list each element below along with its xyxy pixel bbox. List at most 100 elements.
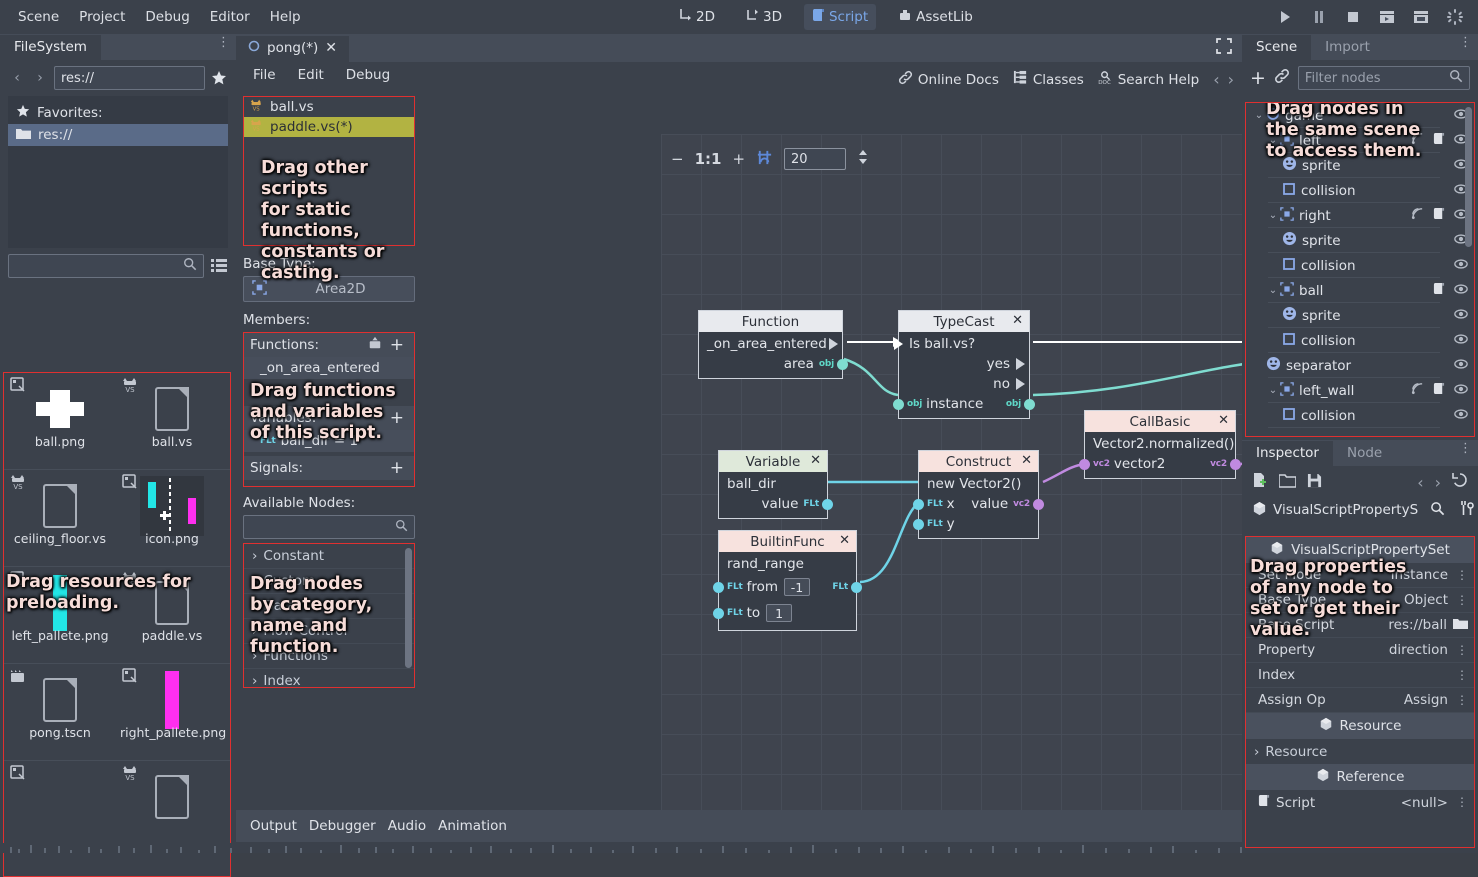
close-icon[interactable]: ✕ [810,453,821,468]
link-icon[interactable] [1274,68,1290,88]
script-menu-file[interactable]: File [244,64,285,86]
property-menu-icon[interactable]: ⋮ [1456,671,1468,680]
input-data-port[interactable] [713,608,724,619]
tree-node-collision[interactable]: collision [1246,328,1474,353]
folder-icon[interactable] [1453,617,1468,634]
output-sequence-port[interactable] [1016,358,1025,370]
available-node-row[interactable]: ›Flow Control [244,619,414,644]
scene-tree-scrollbar[interactable] [1465,107,1472,247]
maximize-icon[interactable] [1216,38,1232,58]
scene-menu-icon[interactable]: ⋮ [1459,38,1472,48]
bottom-tab-debugger[interactable]: Debugger [309,818,376,834]
member-variable-item[interactable]: FLt ball_dir = 1 [244,430,414,452]
output-data-port[interactable] [822,499,833,510]
menu-project[interactable]: Project [69,5,135,29]
graph-node-variable[interactable]: Variable ✕ ball_dir value FLt [718,450,828,519]
menu-scene[interactable]: Scene [8,5,69,29]
property-value[interactable]: Assign [1404,692,1448,708]
add-signal-button[interactable]: + [390,458,404,478]
fs-forward-button[interactable]: › [31,69,49,87]
close-icon[interactable]: ✕ [325,40,337,56]
menu-debug[interactable]: Debug [135,5,199,29]
script-list-item[interactable]: VS ball.vs [244,97,414,117]
property-value[interactable]: <null> [1401,795,1448,811]
pause-icon[interactable] [1310,8,1328,26]
spinner-icon[interactable] [1446,8,1464,26]
menu-help[interactable]: Help [260,5,311,29]
property-value[interactable]: res://ball [1388,617,1447,633]
close-icon[interactable]: ✕ [839,533,850,548]
visibility-icon[interactable] [1454,407,1468,425]
star-icon[interactable] [210,69,228,87]
output-data-port[interactable] [1024,399,1035,410]
inspector-menu-icon[interactable]: ⋮ [1459,444,1472,454]
zoom-in-button[interactable]: + [732,150,745,168]
fs-back-button[interactable]: ‹ [8,69,26,87]
file-item[interactable]: ball.png [4,373,116,469]
property-menu-icon[interactable]: ⋮ [1456,696,1468,705]
tab-filesystem[interactable]: FileSystem [0,35,101,60]
tree-node-left-wall[interactable]: ⌄ left_wall [1246,378,1474,403]
tree-node-ball[interactable]: ⌄ ball [1246,278,1474,303]
bottom-tab-animation[interactable]: Animation [438,818,507,834]
graph-node-function[interactable]: Function _on_area_entered area obj [698,310,843,379]
output-data-port[interactable] [1033,499,1044,510]
inspector-section-resource-fold[interactable]: › Resource [1246,739,1474,764]
file-item[interactable]: left_pallete.png [4,567,116,663]
property-value[interactable]: direction [1389,642,1448,658]
add-function-button[interactable]: + [390,335,404,355]
tab-import[interactable]: Import [1311,35,1384,60]
bottom-tab-output[interactable]: Output [250,818,297,834]
available-node-row[interactable]: ›Constant [244,544,414,569]
history-prev-icon[interactable]: ‹ [1417,473,1423,492]
property-row-script[interactable]: Script <null> ⋮ [1246,790,1474,815]
fs-path-input[interactable]: res:// [54,66,205,90]
script-icon[interactable] [1433,132,1445,149]
close-icon[interactable]: ✕ [1218,413,1229,428]
classes-button[interactable]: Classes [1013,70,1084,89]
graph-node-construct[interactable]: Construct ✕ new Vector2() FLt x value vc… [918,450,1039,539]
override-icon[interactable] [368,336,382,354]
tab-scene[interactable]: Scene [1242,35,1311,60]
tab-node[interactable]: Node [1333,441,1396,466]
new-resource-icon[interactable] [1252,472,1268,492]
graph-node-typecast[interactable]: TypeCast ✕ Is ball.vs? yes no [898,310,1030,419]
visibility-icon[interactable] [1454,257,1468,275]
available-node-row[interactable]: ›Functions [244,644,414,669]
property-menu-icon[interactable]: ⋮ [1456,646,1468,655]
available-node-row[interactable]: ›Index [244,669,414,688]
property-row-base-type[interactable]: Base Type Object ⋮ [1246,588,1474,613]
property-value[interactable]: Instance [1391,567,1448,583]
fs-view-mode-icon[interactable] [210,257,228,275]
play-custom-scene-icon[interactable] [1412,8,1430,26]
expander-icon[interactable]: ⌄ [1252,110,1266,121]
play-icon[interactable] [1276,8,1294,26]
visibility-icon[interactable] [1454,357,1468,375]
expander-icon[interactable]: ⌄ [1266,385,1280,396]
play-scene-icon[interactable] [1378,8,1396,26]
input-data-port[interactable] [713,582,724,593]
history-next-icon[interactable]: › [1435,473,1441,492]
close-icon[interactable]: ✕ [1012,313,1023,328]
from-value-input[interactable]: -1 [784,578,810,596]
tree-node-sprite[interactable]: sprite [1246,228,1474,253]
file-item[interactable]: VS paddle.vs [116,567,228,663]
file-item[interactable]: right_pallete.png [116,664,228,760]
available-nodes-search-input[interactable] [243,515,415,539]
mode-script-button[interactable]: Script [804,4,876,30]
script-icon[interactable] [1433,382,1445,399]
online-docs-button[interactable]: Online Docs [898,70,999,89]
property-row-set-mode[interactable]: Set Mode Instance ⋮ [1246,563,1474,588]
script-icon[interactable] [1433,282,1445,299]
bottom-tab-audio[interactable]: Audio [388,818,426,834]
menu-editor[interactable]: Editor [200,5,260,29]
open-resource-icon[interactable] [1279,473,1296,492]
snap-icon[interactable] [756,149,773,170]
input-data-port[interactable] [913,519,924,530]
script-history-next[interactable]: › [1228,70,1234,89]
property-menu-icon[interactable]: ⋮ [1456,571,1468,580]
file-item[interactable]: icon.png [116,470,228,566]
signal-icon[interactable] [1411,207,1424,224]
history-icon[interactable] [1452,472,1468,492]
tree-node-collision[interactable]: collision [1246,403,1474,428]
